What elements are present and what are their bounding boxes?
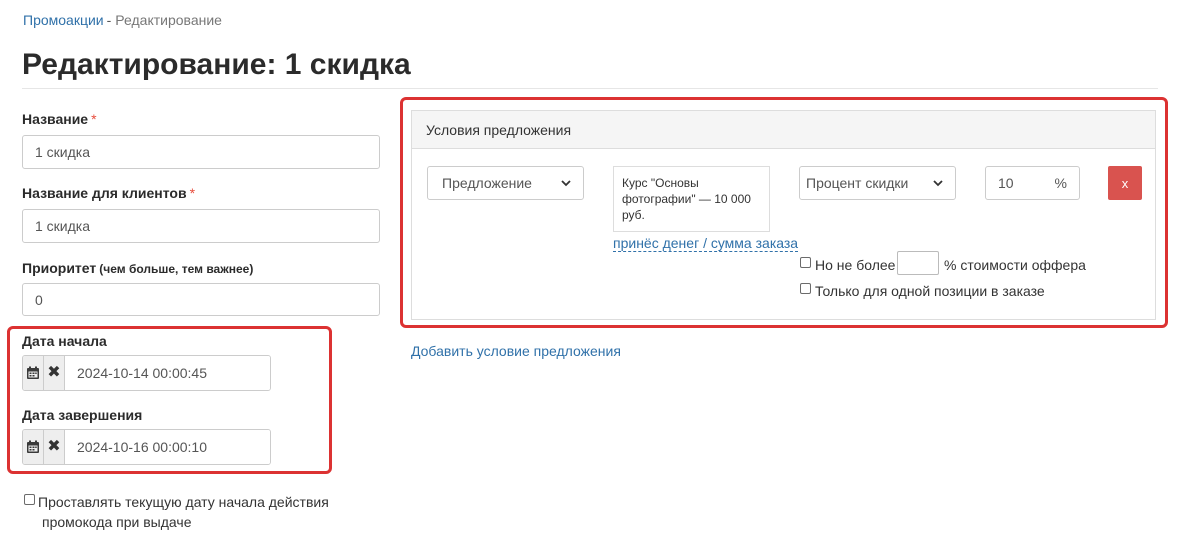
max-percent-input[interactable] <box>897 251 939 275</box>
chevron-down-icon <box>933 179 943 186</box>
priority-hint: (чем больше, тем важнее) <box>99 262 254 276</box>
end-date-input[interactable] <box>65 430 270 464</box>
start-date-group: ✖ <box>22 355 271 391</box>
client-name-label: Название для клиентов * <box>22 185 195 201</box>
discount-type-select-value: Процент скидки <box>806 175 909 191</box>
breadcrumb-separator: - <box>106 12 112 28</box>
end-date-group: ✖ <box>22 429 271 465</box>
auto-start-label-line1: Проставлять текущую дату начала действия <box>38 494 329 510</box>
max-percent-checkbox[interactable] <box>800 257 811 268</box>
offer-select-value: Предложение <box>442 175 532 191</box>
priority-input[interactable] <box>22 283 380 316</box>
discount-unit: % <box>1054 175 1067 191</box>
name-label: Название * <box>22 111 97 127</box>
breadcrumb-promo-link[interactable]: Промоакции <box>23 12 104 28</box>
start-date-clear-button[interactable]: ✖ <box>44 356 65 390</box>
conditions-panel-title: Условия предложения <box>412 111 1155 149</box>
start-date-label: Дата начала <box>22 333 107 349</box>
auto-start-checkbox[interactable] <box>24 494 35 505</box>
max-percent-suffix: % стоимости оффера <box>944 257 1086 273</box>
single-position-label: Только для одной позиции в заказе <box>815 283 1045 299</box>
breadcrumb-current: Редактирование <box>115 12 222 28</box>
offer-select[interactable]: Предложение <box>427 166 584 200</box>
breadcrumb: Промоакции - Редактирование <box>23 12 222 28</box>
name-required-mark: * <box>91 111 97 127</box>
client-name-required-mark: * <box>189 185 196 201</box>
auto-start-label: Проставлять текущую дату начала действия… <box>38 492 329 532</box>
add-condition-link[interactable]: Добавить условие предложения <box>411 343 621 359</box>
chevron-down-icon <box>561 179 571 186</box>
clear-icon: ✖ <box>47 438 61 455</box>
auto-start-label-line2: промокода при выдаче <box>42 514 192 530</box>
client-name-label-text: Название для клиентов <box>22 185 187 201</box>
calendar-icon <box>27 440 39 453</box>
discount-type-select[interactable]: Процент скидки <box>799 166 956 200</box>
start-date-calendar-button[interactable] <box>23 356 44 390</box>
calendar-icon <box>27 366 39 379</box>
priority-label-text: Приоритет <box>22 260 97 276</box>
max-percent-prefix: Но не более <box>815 257 896 273</box>
page-title: Редактирование: 1 скидка <box>22 48 411 81</box>
discount-value: 10 <box>998 175 1014 191</box>
end-date-calendar-button[interactable] <box>23 430 44 464</box>
remove-condition-button[interactable]: x <box>1108 166 1142 200</box>
name-input[interactable] <box>22 135 380 169</box>
end-date-clear-button[interactable]: ✖ <box>44 430 65 464</box>
discount-value-input[interactable]: 10 % <box>985 166 1080 200</box>
title-divider <box>22 88 1158 89</box>
start-date-input[interactable] <box>65 356 270 390</box>
offer-card: Курс "Основы фотографии" — 10 000 руб. <box>613 166 770 232</box>
client-name-input[interactable] <box>22 209 380 243</box>
end-date-label: Дата завершения <box>22 407 143 423</box>
priority-label: Приоритет (чем больше, тем важнее) <box>22 260 253 276</box>
name-label-text: Название <box>22 111 89 127</box>
conditions-panel: Условия предложения Предложение Курс "Ос… <box>411 110 1156 320</box>
clear-icon: ✖ <box>47 364 61 381</box>
single-position-checkbox[interactable] <box>800 283 811 294</box>
metric-toggle-link[interactable]: принёс денег / сумма заказа <box>613 235 799 252</box>
